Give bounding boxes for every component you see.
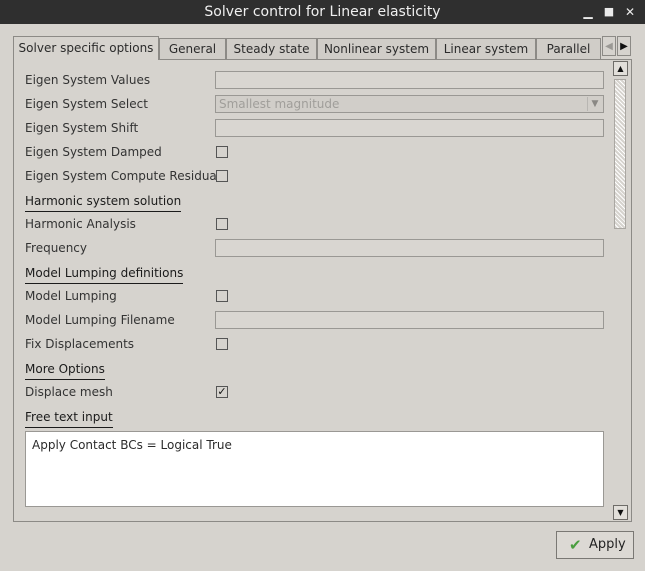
lumping-filename-field[interactable] <box>215 311 604 329</box>
lumping-section-heading: Model Lumping definitions <box>25 265 184 284</box>
maximize-icon[interactable]: ■ <box>601 4 617 20</box>
eigen-values-field[interactable] <box>215 71 604 89</box>
tab-panel: Eigen System Values Eigen System Select … <box>13 59 632 522</box>
frequency-label: Frequency <box>25 241 87 255</box>
minimize-icon[interactable]: ▁ <box>580 4 596 20</box>
title-bar: Solver control for Linear elasticity ▁ ■… <box>0 0 645 24</box>
tab-nonlinear-system[interactable]: Nonlinear system <box>317 38 436 59</box>
frequency-field[interactable] <box>215 239 604 257</box>
tab-solver-specific-options[interactable]: Solver specific options <box>13 36 159 60</box>
apply-button-label: Apply <box>589 537 626 552</box>
scroll-down-icon[interactable]: ▼ <box>613 505 628 520</box>
eigen-shift-label: Eigen System Shift <box>25 121 139 135</box>
eigen-shift-field[interactable] <box>215 119 604 137</box>
window-title: Solver control for Linear elasticity <box>204 4 441 20</box>
free-text-input[interactable]: Apply Contact BCs = Logical True <box>25 431 604 507</box>
lumping-filename-label: Model Lumping Filename <box>25 313 175 327</box>
harmonic-analysis-checkbox[interactable] <box>216 218 228 230</box>
model-lumping-label: Model Lumping <box>25 289 117 303</box>
scroll-up-icon[interactable]: ▲ <box>613 61 628 76</box>
arrow-left-icon[interactable]: ◀ <box>602 36 616 56</box>
scrollbar-thumb[interactable] <box>614 79 626 229</box>
harmonic-analysis-label: Harmonic Analysis <box>25 217 136 231</box>
vertical-scrollbar[interactable]: ▲ ▼ <box>613 61 628 520</box>
tab-steady-state[interactable]: Steady state <box>226 38 317 59</box>
fix-displacements-checkbox[interactable] <box>216 338 228 350</box>
displace-mesh-label: Displace mesh <box>25 385 113 399</box>
eigen-damped-label: Eigen System Damped <box>25 145 162 159</box>
arrow-right-icon[interactable]: ▶ <box>617 36 631 56</box>
eigen-select-combo[interactable]: Smallest magnitude ▼ <box>215 95 604 113</box>
eigen-values-label: Eigen System Values <box>25 73 151 87</box>
checkmark-icon: ✔ <box>569 536 582 554</box>
eigen-damped-checkbox[interactable] <box>216 146 228 158</box>
free-text-section-heading: Free text input <box>25 409 113 428</box>
close-icon[interactable]: ✕ <box>622 4 638 20</box>
harmonic-section-heading: Harmonic system solution <box>25 193 182 212</box>
tab-linear-system[interactable]: Linear system <box>436 38 536 59</box>
eigen-select-label: Eigen System Select <box>25 97 148 111</box>
tab-general[interactable]: General <box>159 38 226 59</box>
chevron-down-icon[interactable]: ▼ <box>587 97 602 111</box>
apply-button[interactable]: ✔ Apply <box>556 531 634 559</box>
tab-parallel[interactable]: Parallel <box>536 38 601 59</box>
tab-bar: Solver specific options General Steady s… <box>13 36 632 60</box>
eigen-residuals-label: Eigen System Compute Residuals <box>25 169 227 183</box>
scroll-content: Eigen System Values Eigen System Select … <box>14 60 612 521</box>
eigen-select-value: Smallest magnitude <box>219 97 340 111</box>
model-lumping-checkbox[interactable] <box>216 290 228 302</box>
eigen-residuals-checkbox[interactable] <box>216 170 228 182</box>
fix-displacements-label: Fix Displacements <box>25 337 135 351</box>
displace-mesh-checkbox[interactable]: ✓ <box>216 386 228 398</box>
more-options-section-heading: More Options <box>25 361 105 380</box>
